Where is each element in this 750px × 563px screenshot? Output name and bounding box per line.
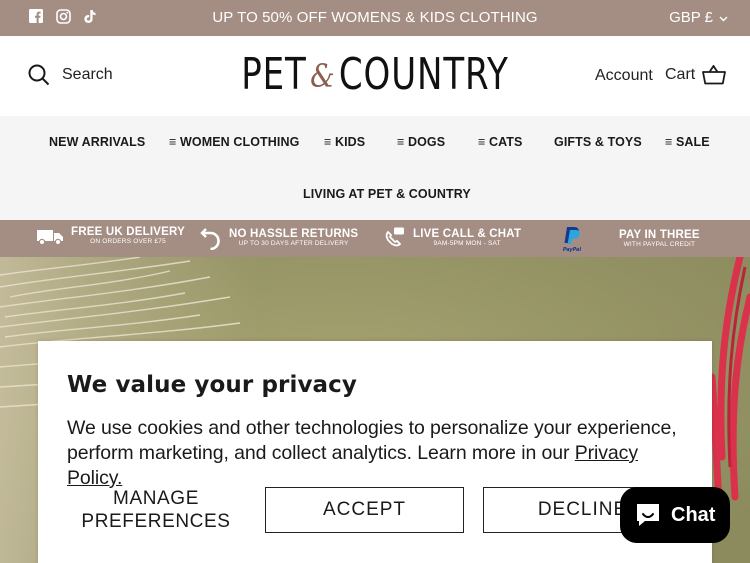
nav-item-cats[interactable]: ≡ CATS [478,135,522,149]
basket-icon [702,65,727,85]
account-link[interactable]: Account [595,67,653,85]
chat-button[interactable]: Chat [620,487,730,543]
logo-word-pet: PET [241,49,307,100]
announcement-text: UP TO 50% OFF WOMENS & KIDS CLOTHING [212,9,538,26]
search-icon [28,64,50,86]
usp-delivery-sub: ON ORDERS OVER £75 [90,238,166,245]
accept-button[interactable]: ACCEPT [265,487,464,533]
nav-item-kids[interactable]: ≡ KIDS [324,135,365,149]
usp-pay-sub: WITH PAYPAL CREDIT [623,241,696,248]
svg-text:PayPal: PayPal [563,247,582,252]
paypal-icon: PayPal [563,227,582,252]
nav-item-sale[interactable]: ≡ SALE [665,135,710,149]
privacy-title: We value your privacy [67,372,357,398]
site-header: Search PET &COUNTRY Account Cart [0,36,750,116]
chevron-down-icon [719,16,728,22]
usp-pay-three: PayPal PAY IN THREE WITH PAYPAL CREDIT [558,226,700,252]
nav-item-new-arrivals[interactable]: NEW ARRIVALS [49,135,145,149]
usp-returns-title: NO HASSLE RETURNS [229,227,359,240]
currency-label: GBP £ [669,9,713,26]
usp-returns: NO HASSLE RETURNS UP TO 30 DAYS AFTER DE… [200,226,358,250]
manage-label-line2: PREFERENCES [81,511,231,532]
privacy-dialog: We value your privacy We use cookies and… [38,341,712,563]
usp-bar: FREE UK DELIVERY ON ORDERS OVER £75 NO H… [0,220,750,257]
usp-pay-title: PAY IN THREE [619,228,700,241]
usp-delivery: FREE UK DELIVERY ON ORDERS OVER £75 [36,226,185,246]
currency-selector[interactable]: GBP £ [669,0,728,36]
logo-word-country: COUNTRY [338,49,509,100]
manage-label-line1: MANAGE [113,488,199,509]
announcement-bar: UP TO 50% OFF WOMENS & KIDS CLOTHING GBP… [0,0,750,36]
nav-item-dogs[interactable]: ≡ DOGS [397,135,445,149]
chat-bubble-icon [637,504,659,526]
cart-link[interactable]: Cart [665,65,727,85]
phone-chat-icon [385,227,404,247]
manage-preferences-button[interactable]: MANAGE PREFERENCES [66,487,246,533]
cart-label: Cart [665,66,696,83]
return-arrow-icon [200,228,220,250]
main-nav: NEW ARRIVALS ≡ WOMEN CLOTHING ≡ KIDS ≡ D… [0,116,750,220]
logo-ampersand: & [310,57,336,95]
chat-label: Chat [671,503,716,526]
usp-call-sub: 9AM-5PM MON - SAT [433,240,501,247]
usp-delivery-title: FREE UK DELIVERY [71,225,185,238]
nav-item-gifts-toys[interactable]: GIFTS & TOYS [554,135,642,149]
usp-call-chat: LIVE CALL & CHAT 9AM-5PM MON - SAT [382,226,521,250]
truck-icon [37,230,63,246]
usp-returns-sub: UP TO 30 DAYS AFTER DELIVERY [238,240,349,247]
usp-call-title: LIVE CALL & CHAT [413,227,522,240]
privacy-body: We use cookies and other technologies to… [67,416,687,491]
nav-item-living[interactable]: LIVING AT PET & COUNTRY [303,187,471,201]
nav-item-women-clothing[interactable]: ≡ WOMEN CLOTHING [169,135,299,149]
